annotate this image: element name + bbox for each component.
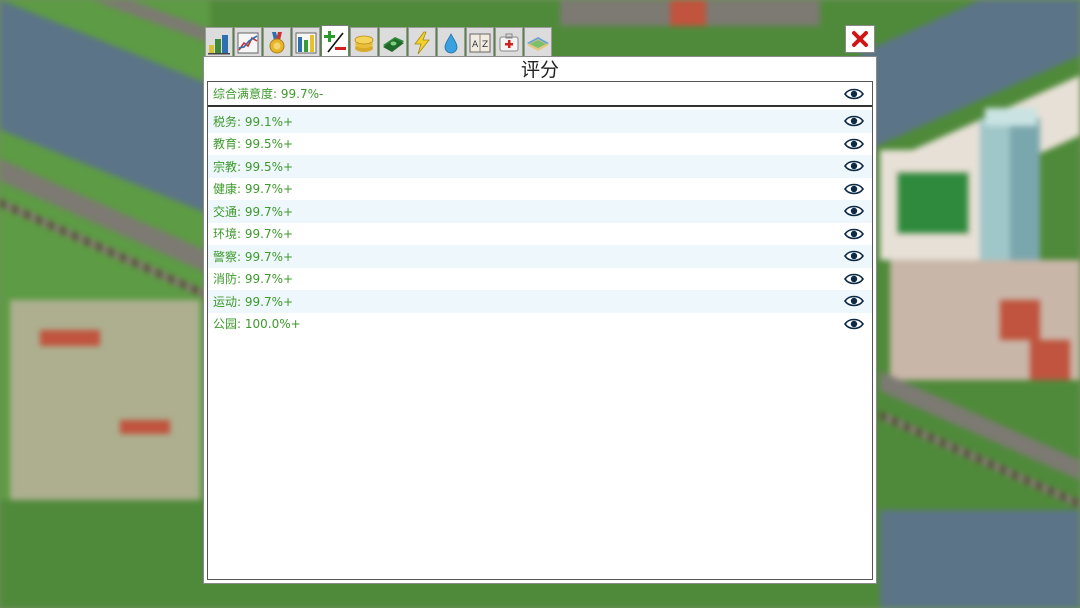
city-buildings-icon — [208, 34, 230, 54]
eye-icon[interactable] — [844, 160, 864, 172]
tab-health[interactable] — [495, 27, 523, 57]
rating-row-education[interactable]: 教育: 99.5%+ — [208, 133, 872, 156]
tab-water[interactable] — [437, 27, 465, 57]
eye-icon[interactable] — [844, 318, 864, 330]
overall-satisfaction-label: 综合满意度: 99.7%- — [213, 87, 324, 101]
panel-tab-bar: A Z — [205, 25, 553, 57]
rating-row-parks[interactable]: 公园: 100.0%+ — [208, 313, 872, 336]
rating-row-tax[interactable]: 税务: 99.1%+ — [208, 110, 872, 133]
tab-money[interactable] — [379, 27, 407, 57]
az-book-icon: A Z — [469, 33, 491, 52]
plus-minus-icon — [324, 30, 346, 52]
tab-line-graph[interactable] — [234, 27, 262, 57]
tab-power[interactable] — [408, 27, 436, 57]
eye-icon[interactable] — [844, 205, 864, 217]
eye-icon[interactable] — [844, 273, 864, 285]
tab-map[interactable] — [524, 27, 552, 57]
tab-medal[interactable] — [263, 27, 291, 57]
tab-ratings[interactable] — [321, 25, 349, 57]
rating-row-fire[interactable]: 消防: 99.7%+ — [208, 268, 872, 291]
tab-coins[interactable] — [350, 27, 378, 57]
money-bill-icon — [383, 36, 404, 52]
rating-label: 消防: 99.7%+ — [213, 272, 294, 287]
rating-label: 警察: 99.7%+ — [213, 249, 294, 264]
line-graph-icon — [237, 32, 259, 53]
lightning-icon — [414, 31, 430, 54]
svg-text:A: A — [472, 40, 479, 50]
eye-icon[interactable] — [844, 88, 864, 100]
tab-directory[interactable]: A Z — [466, 27, 494, 57]
first-aid-icon — [499, 33, 519, 51]
svg-text:Z: Z — [482, 40, 488, 50]
bar-graph-icon — [295, 32, 317, 53]
rating-label: 交通: 99.7%+ — [213, 204, 294, 219]
rating-label: 教育: 99.5%+ — [213, 137, 294, 152]
eye-icon[interactable] — [844, 138, 864, 150]
eye-icon[interactable] — [844, 250, 864, 262]
water-drop-icon — [444, 32, 458, 53]
rating-row-environment[interactable]: 环境: 99.7%+ — [208, 223, 872, 246]
rating-row-sports[interactable]: 运动: 99.7%+ — [208, 290, 872, 313]
panel-title: 评分 — [520, 59, 559, 81]
eye-icon[interactable] — [844, 228, 864, 240]
close-button[interactable] — [845, 25, 875, 53]
eye-icon[interactable] — [844, 295, 864, 307]
rating-label: 环境: 99.7%+ — [213, 227, 294, 242]
rating-label: 运动: 99.7%+ — [213, 294, 294, 309]
map-book-icon — [527, 36, 549, 51]
rating-label: 公园: 100.0%+ — [213, 317, 301, 332]
coins-icon — [354, 35, 374, 52]
rating-label: 宗教: 99.5%+ — [213, 159, 294, 174]
rating-label: 健康: 99.7%+ — [213, 182, 294, 197]
rating-row-health[interactable]: 健康: 99.7%+ — [208, 178, 872, 201]
ratings-panel: 评分 综合满意度: 99.7%- 税务: 99.1%+ 教育: 99.5%+ 宗… — [203, 56, 877, 584]
rating-row-religion[interactable]: 宗教: 99.5%+ — [208, 155, 872, 178]
ratings-list: 综合满意度: 99.7%- 税务: 99.1%+ 教育: 99.5%+ 宗教: … — [207, 81, 873, 580]
medal-icon — [269, 31, 285, 53]
tab-city-buildings[interactable] — [205, 27, 233, 57]
overall-satisfaction-row[interactable]: 综合满意度: 99.7%- — [208, 82, 872, 107]
eye-icon[interactable] — [844, 115, 864, 127]
rating-row-traffic[interactable]: 交通: 99.7%+ — [208, 200, 872, 223]
close-x-icon — [852, 31, 868, 47]
rating-label: 税务: 99.1%+ — [213, 114, 294, 129]
rating-row-police[interactable]: 警察: 99.7%+ — [208, 245, 872, 268]
eye-icon[interactable] — [844, 183, 864, 195]
tab-bar-graph[interactable] — [292, 27, 320, 57]
